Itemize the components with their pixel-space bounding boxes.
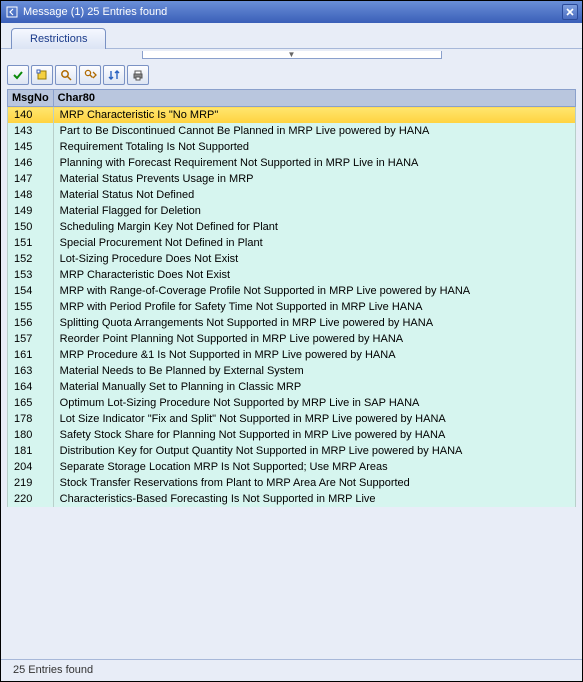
cell-char80: Safety Stock Share for Planning Not Supp… xyxy=(53,427,575,443)
cell-char80: MRP Characteristic Does Not Exist xyxy=(53,267,575,283)
table-row[interactable]: 163Material Needs to Be Planned by Exter… xyxy=(8,363,576,379)
cell-msgno: 164 xyxy=(8,379,54,395)
cell-char80: Reorder Point Planning Not Supported in … xyxy=(53,331,575,347)
cell-char80: Part to Be Discontinued Cannot Be Planne… xyxy=(53,123,575,139)
table-row[interactable]: 204Separate Storage Location MRP Is Not … xyxy=(8,459,576,475)
table-row[interactable]: 157Reorder Point Planning Not Supported … xyxy=(8,331,576,347)
title-bar: Message (1) 25 Entries found xyxy=(1,1,582,23)
cell-char80: Material Status Not Defined xyxy=(53,187,575,203)
table-row[interactable]: 181Distribution Key for Output Quantity … xyxy=(8,443,576,459)
cell-char80: Special Procurement Not Defined in Plant xyxy=(53,235,575,251)
chevron-down-icon: ▼ xyxy=(288,50,296,59)
dialog-title: Message (1) 25 Entries found xyxy=(23,6,562,18)
table-row[interactable]: 152Lot-Sizing Procedure Does Not Exist xyxy=(8,251,576,267)
table-row[interactable]: 178Lot Size Indicator "Fix and Split" No… xyxy=(8,411,576,427)
table-row[interactable]: 165Optimum Lot-Sizing Procedure Not Supp… xyxy=(8,395,576,411)
column-header-char80[interactable]: Char80 xyxy=(53,90,575,107)
table-row[interactable]: 145Requirement Totaling Is Not Supported xyxy=(8,139,576,155)
table-row[interactable]: 143Part to Be Discontinued Cannot Be Pla… xyxy=(8,123,576,139)
cell-msgno: 154 xyxy=(8,283,54,299)
cell-char80: Planning with Forecast Requirement Not S… xyxy=(53,155,575,171)
cell-msgno: 147 xyxy=(8,171,54,187)
cell-msgno: 219 xyxy=(8,475,54,491)
cell-msgno: 155 xyxy=(8,299,54,315)
cell-msgno: 165 xyxy=(8,395,54,411)
table-row[interactable]: 161MRP Procedure &1 Is Not Supported in … xyxy=(8,347,576,363)
cell-msgno: 149 xyxy=(8,203,54,219)
collapse-handle[interactable]: ▼ xyxy=(142,51,442,59)
cell-msgno: 204 xyxy=(8,459,54,475)
cell-char80: Separate Storage Location MRP Is Not Sup… xyxy=(53,459,575,475)
toolbar xyxy=(1,61,582,89)
search-help-icon xyxy=(5,5,19,19)
table-row[interactable]: 154MRP with Range-of-Coverage Profile No… xyxy=(8,283,576,299)
cell-msgno: 151 xyxy=(8,235,54,251)
table-row[interactable]: 220Characteristics-Based Forecasting Is … xyxy=(8,491,576,507)
cell-char80: Lot-Sizing Procedure Does Not Exist xyxy=(53,251,575,267)
result-table: MsgNo Char80 140MRP Characteristic Is "N… xyxy=(7,89,576,507)
new-selection-button[interactable] xyxy=(31,65,53,85)
cell-char80: Scheduling Margin Key Not Defined for Pl… xyxy=(53,219,575,235)
accept-button[interactable] xyxy=(7,65,29,85)
cell-msgno: 148 xyxy=(8,187,54,203)
cell-char80: Lot Size Indicator "Fix and Split" Not S… xyxy=(53,411,575,427)
cell-msgno: 150 xyxy=(8,219,54,235)
dialog-window: Message (1) 25 Entries found Restriction… xyxy=(0,0,583,682)
cell-msgno: 152 xyxy=(8,251,54,267)
cell-msgno: 181 xyxy=(8,443,54,459)
cell-char80: MRP Characteristic Is "No MRP" xyxy=(53,107,575,124)
table-row[interactable]: 151Special Procurement Not Defined in Pl… xyxy=(8,235,576,251)
table-row[interactable]: 156Splitting Quota Arrangements Not Supp… xyxy=(8,315,576,331)
cell-char80: MRP with Period Profile for Safety Time … xyxy=(53,299,575,315)
cell-char80: Material Status Prevents Usage in MRP xyxy=(53,171,575,187)
cell-msgno: 157 xyxy=(8,331,54,347)
table-row[interactable]: 150Scheduling Margin Key Not Defined for… xyxy=(8,219,576,235)
table-row[interactable]: 155MRP with Period Profile for Safety Ti… xyxy=(8,299,576,315)
cell-char80: MRP Procedure &1 Is Not Supported in MRP… xyxy=(53,347,575,363)
close-button[interactable] xyxy=(562,4,578,20)
cell-msgno: 161 xyxy=(8,347,54,363)
cell-msgno: 146 xyxy=(8,155,54,171)
cell-char80: MRP with Range-of-Coverage Profile Not S… xyxy=(53,283,575,299)
cell-msgno: 143 xyxy=(8,123,54,139)
collapse-bar: ▼ xyxy=(1,49,582,61)
column-header-msgno[interactable]: MsgNo xyxy=(8,90,54,107)
cell-msgno: 145 xyxy=(8,139,54,155)
cell-msgno: 180 xyxy=(8,427,54,443)
cell-char80: Material Manually Set to Planning in Cla… xyxy=(53,379,575,395)
table-row[interactable]: 148Material Status Not Defined xyxy=(8,187,576,203)
table-row[interactable]: 140MRP Characteristic Is "No MRP" xyxy=(8,107,576,124)
cell-msgno: 220 xyxy=(8,491,54,507)
cell-char80: Splitting Quota Arrangements Not Support… xyxy=(53,315,575,331)
cell-msgno: 153 xyxy=(8,267,54,283)
cell-char80: Optimum Lot-Sizing Procedure Not Support… xyxy=(53,395,575,411)
tab-restrictions[interactable]: Restrictions xyxy=(11,28,106,49)
status-bar: 25 Entries found xyxy=(1,659,582,681)
cell-char80: Material Needs to Be Planned by External… xyxy=(53,363,575,379)
cell-char80: Material Flagged for Deletion xyxy=(53,203,575,219)
cell-msgno: 178 xyxy=(8,411,54,427)
sort-button[interactable] xyxy=(103,65,125,85)
tab-label: Restrictions xyxy=(30,33,87,45)
table-row[interactable]: 146Planning with Forecast Requirement No… xyxy=(8,155,576,171)
cell-msgno: 140 xyxy=(8,107,54,124)
find-button[interactable] xyxy=(55,65,77,85)
table-row[interactable]: 147Material Status Prevents Usage in MRP xyxy=(8,171,576,187)
table-row[interactable]: 180Safety Stock Share for Planning Not S… xyxy=(8,427,576,443)
table-row[interactable]: 219Stock Transfer Reservations from Plan… xyxy=(8,475,576,491)
cell-char80: Requirement Totaling Is Not Supported xyxy=(53,139,575,155)
table-row[interactable]: 153MRP Characteristic Does Not Exist xyxy=(8,267,576,283)
cell-msgno: 156 xyxy=(8,315,54,331)
table-row[interactable]: 164Material Manually Set to Planning in … xyxy=(8,379,576,395)
find-next-button[interactable] xyxy=(79,65,101,85)
cell-char80: Stock Transfer Reservations from Plant t… xyxy=(53,475,575,491)
cell-char80: Characteristics-Based Forecasting Is Not… xyxy=(53,491,575,507)
cell-msgno: 163 xyxy=(8,363,54,379)
result-table-container: MsgNo Char80 140MRP Characteristic Is "N… xyxy=(1,89,582,659)
print-button[interactable] xyxy=(127,65,149,85)
table-row[interactable]: 149Material Flagged for Deletion xyxy=(8,203,576,219)
status-text: 25 Entries found xyxy=(13,664,93,676)
tab-strip: Restrictions xyxy=(1,23,582,49)
cell-char80: Distribution Key for Output Quantity Not… xyxy=(53,443,575,459)
